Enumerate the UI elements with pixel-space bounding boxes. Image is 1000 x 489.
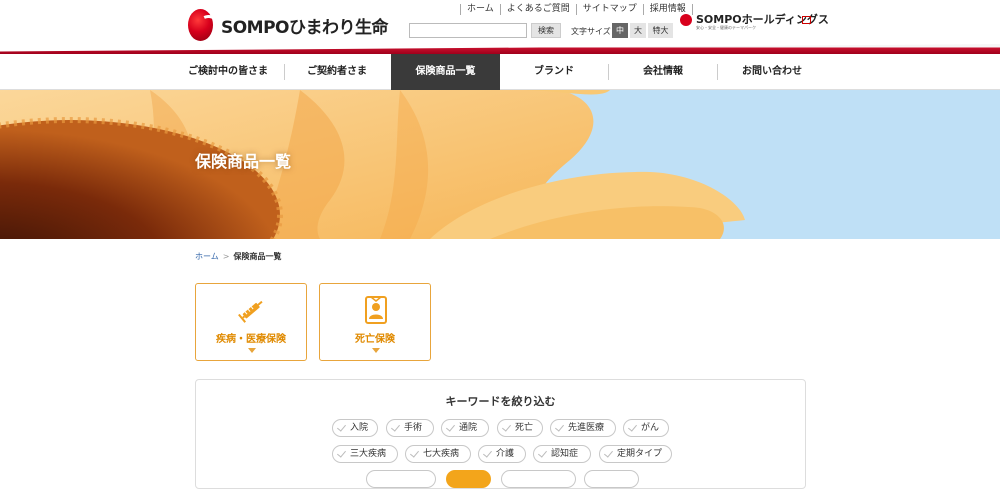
keyword-chip-label: 通院 xyxy=(459,423,478,433)
holdings-tagline: 安心・安全・健康のテーマパーク xyxy=(696,25,756,30)
check-icon xyxy=(446,422,455,432)
check-icon xyxy=(337,422,346,432)
check-icon xyxy=(391,422,400,432)
search-button[interactable]: 検索 xyxy=(531,23,561,38)
global-nav: ご検討中の皆さま ご契約者さま 保険商品一覧 ブランド 会社情報 お問い合わせ xyxy=(0,54,1000,90)
keyword-chip[interactable]: 認知症 xyxy=(533,445,591,463)
holdings-logo-icon xyxy=(680,14,692,26)
keyword-chip[interactable]: がん xyxy=(623,419,669,437)
check-icon xyxy=(555,422,564,432)
breadcrumb-current: 保険商品一覧 xyxy=(233,252,282,261)
font-size-large-button[interactable]: 大 xyxy=(630,23,646,38)
syringe-icon xyxy=(238,300,263,323)
site-header: SOMPOひまわり生命 ホーム よくあるご質問 サイトマップ 採用情報 検索 文… xyxy=(0,0,1000,54)
logo-text: SOMPOひまわり生命 xyxy=(220,17,389,38)
portrait-frame-icon xyxy=(365,296,387,324)
keyword-chip-label: 手術 xyxy=(404,423,423,433)
link-sitemap[interactable]: サイトマップ xyxy=(575,4,643,15)
keyword-chip-label: 認知症 xyxy=(551,449,579,459)
site-logo[interactable]: SOMPOひまわり生命 xyxy=(188,8,389,42)
font-size-label: 文字サイズ xyxy=(571,27,611,36)
nav-item-company[interactable]: 会社情報 xyxy=(609,54,717,90)
keyword-chip[interactable]: 七大疾病 xyxy=(405,445,471,463)
nav-item-prospects[interactable]: ご検討中の皆さま xyxy=(172,54,284,90)
breadcrumb: ホーム > 保険商品一覧 xyxy=(195,251,281,262)
hero-banner: 保険商品一覧 xyxy=(0,90,1000,239)
brand-stripe xyxy=(0,44,1000,54)
font-size-medium-button[interactable]: 中 xyxy=(612,23,628,38)
keyword-chip-label: 三大疾病 xyxy=(350,449,387,459)
sompo-logo-icon xyxy=(188,9,213,41)
keyword-chip[interactable] xyxy=(366,470,436,488)
keyword-chip-label: 七大疾病 xyxy=(423,449,460,459)
link-home[interactable]: ホーム xyxy=(460,4,500,15)
check-icon xyxy=(337,448,346,458)
keyword-chip-label: 先進医療 xyxy=(568,423,605,433)
keyword-chip-label: 死亡 xyxy=(515,423,534,433)
check-icon xyxy=(538,448,547,458)
keyword-filter-title: キーワードを絞り込む xyxy=(445,395,556,408)
keyword-chip[interactable]: 入院 xyxy=(332,419,378,437)
keyword-chip-label: がん xyxy=(641,423,660,433)
nav-item-policyholders[interactable]: ご契約者さま xyxy=(285,54,389,90)
utility-links: ホーム よくあるご質問 サイトマップ 採用情報 xyxy=(460,4,693,15)
check-icon xyxy=(502,422,511,432)
keyword-filter-panel: キーワードを絞り込む 入院 手術 通院 死亡 先進医療 がん 三大疾病 七大疾病… xyxy=(195,379,806,489)
keyword-chip[interactable] xyxy=(501,470,576,488)
keyword-chip-label: 介護 xyxy=(496,449,515,459)
keyword-chip[interactable]: 手術 xyxy=(386,419,434,437)
keyword-chip[interactable] xyxy=(584,470,639,488)
page-title: 保険商品一覧 xyxy=(195,152,292,171)
category-medical-label: 疾病・医療保険 xyxy=(216,334,286,345)
keyword-chip[interactable]: 定期タイプ xyxy=(599,445,672,463)
keyword-chip-selected[interactable] xyxy=(446,470,491,488)
check-icon xyxy=(628,422,637,432)
check-icon xyxy=(604,448,613,458)
chevron-down-icon xyxy=(372,348,380,353)
sunflower-image xyxy=(0,90,1000,239)
keyword-chip[interactable]: 介護 xyxy=(478,445,526,463)
keyword-chip[interactable]: 三大疾病 xyxy=(332,445,398,463)
holdings-logo-link[interactable]: SOMPOホールディングス 安心・安全・健康のテーマパーク xyxy=(680,11,829,31)
breadcrumb-separator: > xyxy=(222,252,230,261)
category-death-card[interactable]: 死亡保険 xyxy=(319,283,431,361)
category-medical-card[interactable]: 疾病・医療保険 xyxy=(195,283,307,361)
keyword-chip[interactable]: 死亡 xyxy=(497,419,543,437)
category-death-label: 死亡保険 xyxy=(355,334,395,345)
keyword-chip[interactable]: 先進医療 xyxy=(550,419,616,437)
external-window-icon xyxy=(802,16,811,24)
font-size-xlarge-button[interactable]: 特大 xyxy=(648,23,673,38)
keyword-chip[interactable]: 通院 xyxy=(441,419,489,437)
keyword-chip-label: 入院 xyxy=(350,423,369,433)
search-input[interactable] xyxy=(409,23,527,38)
breadcrumb-home[interactable]: ホーム xyxy=(195,252,219,261)
nav-item-brand[interactable]: ブランド xyxy=(500,54,608,90)
nav-item-products[interactable]: 保険商品一覧 xyxy=(391,54,500,90)
link-faq[interactable]: よくあるご質問 xyxy=(499,4,576,15)
check-icon xyxy=(483,448,492,458)
chevron-down-icon xyxy=(248,348,256,353)
check-icon xyxy=(410,448,419,458)
keyword-chip-label: 定期タイプ xyxy=(617,449,663,459)
nav-item-contact[interactable]: お問い合わせ xyxy=(718,54,826,90)
